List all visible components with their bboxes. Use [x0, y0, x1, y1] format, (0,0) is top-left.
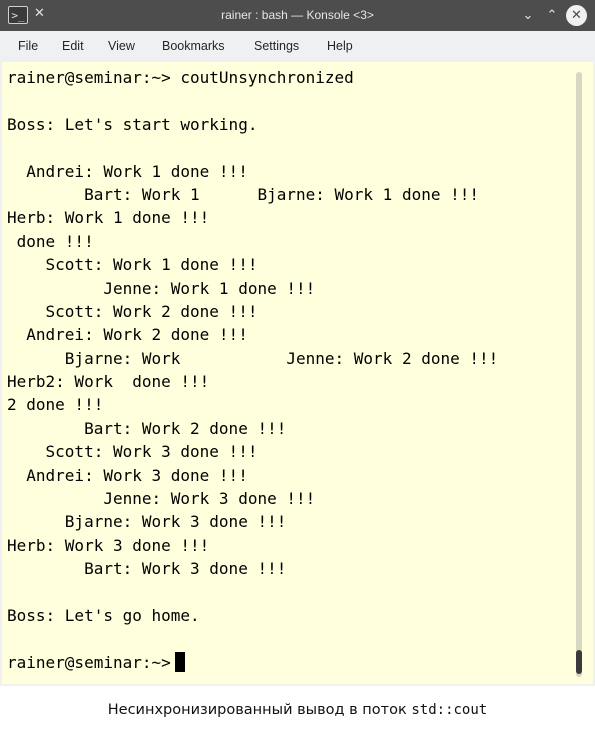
- chevron-up-icon[interactable]: ⌃: [543, 6, 561, 25]
- terminal-line: Bjarne: Work 3 done !!!: [7, 512, 287, 532]
- scrollbar-track[interactable]: [576, 72, 582, 677]
- terminal-line: Andrei: Work 3 done !!!: [7, 465, 248, 485]
- caption-code: std::cout: [411, 702, 488, 718]
- figure-caption: Несинхронизированный вывод в поток std::…: [0, 702, 595, 718]
- menu-view[interactable]: View: [108, 31, 135, 62]
- terminal-line: done !!!: [7, 231, 94, 251]
- terminal-line: Bart: Work 3 done !!!: [7, 559, 287, 579]
- title-bar[interactable]: >_ ✕ rainer : bash — Konsole <3> ⌄ ⌃ ✕: [0, 0, 595, 31]
- menu-settings[interactable]: Settings: [254, 31, 299, 62]
- terminal-line: Bart: Work 2 done !!!: [7, 418, 287, 438]
- terminal-line: Jenne: Work 1 done !!!: [7, 278, 316, 298]
- menu-file[interactable]: File: [18, 31, 38, 62]
- terminal-view[interactable]: rainer@seminar:~> coutUnsynchronized Boss…: [2, 62, 593, 684]
- terminal-line: Andrei: Work 2 done !!!: [7, 325, 248, 345]
- terminal-line: Andrei: Work 1 done !!!: [7, 161, 248, 181]
- window-title: rainer : bash — Konsole <3>: [221, 8, 374, 22]
- scrollbar-thumb[interactable]: [576, 650, 582, 674]
- menu-bar: File Edit View Bookmarks Settings Help: [0, 31, 595, 62]
- terminal-line: Bjarne: Work Jenne: Work 2 done !!!: [7, 348, 499, 368]
- terminal-prompt-line: rainer@seminar:~>: [7, 651, 498, 674]
- terminal-line: rainer@seminar:~> coutUnsynchronized: [7, 68, 354, 87]
- terminal-prompt: rainer@seminar:~>: [7, 652, 171, 672]
- terminal-line: Jenne: Work 3 done !!!: [7, 489, 316, 509]
- terminal-output: rainer@seminar:~> coutUnsynchronized Boss…: [7, 66, 498, 674]
- caption-text: Несинхронизированный вывод в поток: [107, 702, 412, 718]
- terminal-line: Boss: Let's go home.: [7, 605, 200, 625]
- terminal-cursor: [174, 651, 185, 672]
- terminal-line: Scott: Work 3 done !!!: [7, 442, 258, 462]
- terminal-line: Scott: Work 2 done !!!: [7, 301, 258, 321]
- menu-edit[interactable]: Edit: [62, 31, 84, 62]
- close-icon[interactable]: ✕: [566, 5, 587, 26]
- terminal-line: Scott: Work 1 done !!!: [7, 255, 258, 275]
- chevron-down-icon[interactable]: ⌄: [519, 6, 537, 25]
- terminal-line: Herb: Work 3 done !!!: [7, 535, 210, 555]
- terminal-line: Herb2: Work done !!!: [7, 372, 210, 392]
- terminal-line: 2 done !!!: [7, 395, 104, 415]
- konsole-window: >_ ✕ rainer : bash — Konsole <3> ⌄ ⌃ ✕ F…: [0, 0, 595, 686]
- terminal-line: Bart: Work 1 Bjarne: Work 1 done !!!: [7, 184, 480, 204]
- menu-help[interactable]: Help: [327, 31, 353, 62]
- menu-bookmarks[interactable]: Bookmarks: [162, 31, 225, 62]
- terminal-line: Boss: Let's start working.: [7, 114, 258, 134]
- terminal-line: Herb: Work 1 done !!!: [7, 208, 210, 228]
